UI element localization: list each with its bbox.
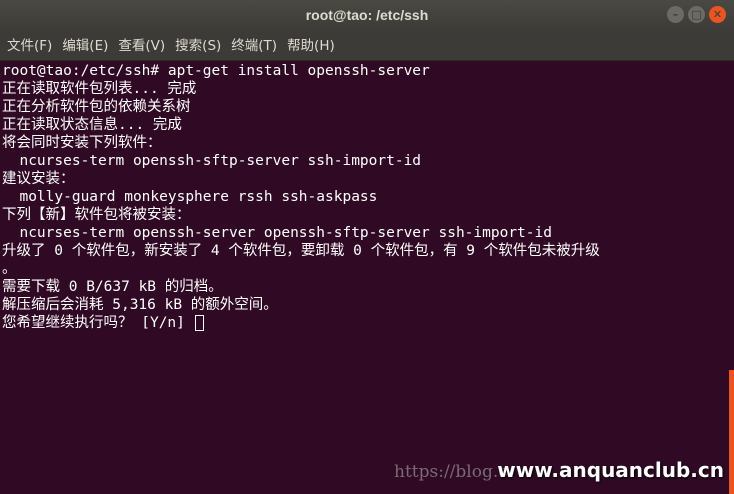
menu-file[interactable]: 文件(F) <box>2 31 57 61</box>
menu-edit[interactable]: 编辑(E) <box>57 31 113 61</box>
menu-help[interactable]: 帮助(H) <box>282 31 340 61</box>
maximize-button[interactable]: □ <box>688 6 705 23</box>
terminal-line: 。 <box>2 261 17 277</box>
terminal-line: 正在读取状态信息... 完成 <box>2 117 182 133</box>
menu-search[interactable]: 搜索(S) <box>170 31 226 61</box>
minimize-button[interactable]: – <box>667 6 684 23</box>
terminal-line: 解压缩后会消耗 5,316 kB 的额外空间。 <box>2 297 278 313</box>
scrollbar-thumb[interactable] <box>729 370 734 494</box>
terminal-line: 需要下载 0 B/637 kB 的归档。 <box>2 279 223 295</box>
terminal-line: 下列【新】软件包将被安装： <box>2 207 191 223</box>
terminal-window: root@tao: /etc/ssh – □ ✕ 文件(F) 编辑(E) 查看(… <box>0 0 734 494</box>
window-title: root@tao: /etc/ssh <box>305 7 429 23</box>
terminal-line: 正在分析软件包的依赖关系树 <box>2 99 191 115</box>
terminal-line: ncurses-term openssh-server openssh-sftp… <box>2 225 552 241</box>
terminal-line: 建议安装： <box>2 171 75 187</box>
menu-bar: 文件(F) 编辑(E) 查看(V) 搜索(S) 终端(T) 帮助(H) <box>0 31 734 61</box>
terminal-line: ncurses-term openssh-sftp-server ssh-imp… <box>2 153 422 169</box>
text-cursor[interactable] <box>194 315 204 331</box>
confirm-prompt: 您希望继续执行吗？ [Y/n] <box>2 315 194 331</box>
menu-view[interactable]: 查看(V) <box>113 31 170 61</box>
terminal-line: root@tao:/etc/ssh# apt-get install opens… <box>2 63 430 79</box>
window-controls: – □ ✕ <box>667 6 726 23</box>
watermark-url: https://blog.c <box>394 462 508 482</box>
menu-terminal[interactable]: 终端(T) <box>226 31 282 61</box>
confirm-prompt-row: 您希望继续执行吗？ [Y/n] <box>2 314 732 332</box>
title-bar[interactable]: root@tao: /etc/ssh – □ ✕ <box>0 0 734 31</box>
terminal-output[interactable]: root@tao:/etc/ssh# apt-get install opens… <box>0 62 734 494</box>
terminal-line: 升级了 0 个软件包，新安装了 4 个软件包，要卸载 0 个软件包，有 9 个软… <box>2 243 600 259</box>
terminal-line: 正在读取软件包列表... 完成 <box>2 81 197 97</box>
terminal-line: molly-guard monkeysphere rssh ssh-askpas… <box>2 189 378 205</box>
watermark-site: www.anquanclub.cn <box>497 458 724 482</box>
close-button[interactable]: ✕ <box>709 6 726 23</box>
terminal-line: 将会同时安装下列软件： <box>2 135 162 151</box>
